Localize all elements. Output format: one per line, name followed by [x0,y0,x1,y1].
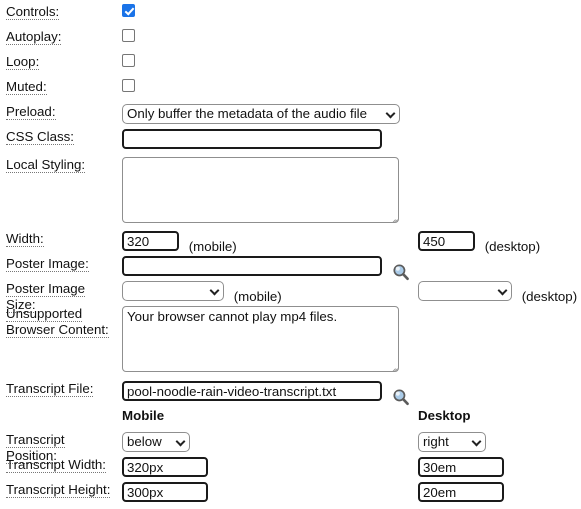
label-autoplay-text: Autoplay: [6,29,62,45]
input-css-class[interactable] [122,129,382,149]
input-transcript-width-mobile-value: 320px [127,460,164,475]
label-controls: Controls: [0,4,122,20]
row-transcript-width-desktop: 30em [418,457,581,480]
select-transcript-position-desktop[interactable]: right [418,432,486,452]
input-transcript-height-desktop-value: 20em [423,485,457,500]
row-unsupported-browser-content: Unsupported Browser Content: Your browse… [0,306,581,372]
media-settings-form: Controls: Autoplay: Loop: Muted: Preload… [0,0,581,509]
magnifier-icon[interactable] [392,263,410,281]
checkbox-muted[interactable] [122,79,135,92]
input-width-desktop[interactable]: 450 [418,231,475,251]
label-loop: Loop: [0,54,122,70]
row-loop: Loop: [0,54,581,70]
chevron-down-icon [177,438,184,445]
input-width-desktop-value: 450 [423,234,446,249]
label-css-class: CSS Class: [0,129,122,145]
label-transcript-width-text: Transcript Width: [6,457,106,473]
label-unsupported-browser-content: Unsupported Browser Content: [0,306,122,338]
input-width-mobile[interactable]: 320 [122,231,179,251]
width-desktop-suffix: (desktop) [484,239,541,254]
checkbox-loop[interactable] [122,54,135,67]
textarea-unsupported-browser-content-value: Your browser cannot play mp4 files. [127,309,338,324]
label-preload-text: Preload: [6,104,56,120]
chevron-down-icon [473,438,480,445]
row-poster-image: Poster Image: [0,256,581,281]
label-muted: Muted: [0,79,122,95]
input-transcript-height-mobile[interactable]: 300px [122,482,208,502]
row-transcript-height-desktop: 20em [418,482,581,505]
label-muted-text: Muted: [6,79,47,95]
label-loop-text: Loop: [6,54,40,70]
label-poster-image: Poster Image: [0,256,122,272]
textarea-unsupported-browser-content[interactable]: Your browser cannot play mp4 files. [122,306,399,372]
label-transcript-file-text: Transcript File: [6,381,94,397]
select-transcript-position-desktop-value: right [423,434,449,449]
poster-image-size-mobile-suffix: (mobile) [233,289,282,304]
label-local-styling: Local Styling: [0,157,122,173]
poster-image-size-desktop-suffix: (desktop) [521,289,578,304]
input-transcript-height-mobile-value: 300px [127,485,164,500]
select-poster-image-size-desktop[interactable] [418,281,512,301]
label-autoplay: Autoplay: [0,29,122,45]
checkbox-controls[interactable] [122,4,135,17]
label-transcript-width: Transcript Width: [0,457,122,473]
input-transcript-width-mobile[interactable]: 320px [122,457,208,477]
resize-handle-icon[interactable] [386,211,398,222]
label-local-styling-text: Local Styling: [6,157,86,173]
chevron-down-icon [387,110,394,117]
label-width-text: Width: [6,231,44,247]
row-autoplay: Autoplay: [0,29,581,45]
input-transcript-width-desktop-value: 30em [423,460,457,475]
label-preload: Preload: [0,104,122,120]
row-css-class: CSS Class: [0,129,581,152]
row-muted: Muted: [0,79,581,95]
select-transcript-position-mobile[interactable]: below [122,432,190,452]
label-width: Width: [0,231,122,247]
magnifier-icon[interactable] [392,388,410,406]
chevron-down-icon [499,287,506,294]
row-column-headers-desktop: Desktop [418,408,581,423]
input-poster-image[interactable] [122,256,382,276]
select-transcript-position-mobile-value: below [127,434,162,449]
checkbox-autoplay[interactable] [122,29,135,42]
input-transcript-file-value: pool-noodle-rain-video-transcript.txt [127,384,337,399]
input-transcript-height-desktop[interactable]: 20em [418,482,504,502]
row-controls: Controls: [0,4,581,20]
label-transcript-height-text: Transcript Height: [6,482,111,498]
row-transcript-position-desktop: right [418,432,581,455]
label-css-class-text: CSS Class: [6,129,74,145]
input-transcript-width-desktop[interactable]: 30em [418,457,504,477]
row-preload: Preload: Only buffer the metadata of the… [0,104,581,127]
select-preload-value: Only buffer the metadata of the audio fi… [127,106,367,121]
chevron-down-icon [211,287,218,294]
column-header-mobile: Mobile [122,408,165,423]
column-header-desktop: Desktop [418,408,471,423]
row-poster-image-size-desktop: (desktop) [418,281,581,307]
label-transcript-height: Transcript Height: [0,482,122,498]
label-controls-text: Controls: [6,4,60,20]
row-local-styling: Local Styling: [0,157,581,223]
input-width-mobile-value: 320 [127,234,150,249]
textarea-local-styling[interactable] [122,157,399,223]
row-transcript-file: Transcript File: pool-noodle-rain-video-… [0,381,581,406]
label-poster-image-text: Poster Image: [6,256,89,272]
select-preload[interactable]: Only buffer the metadata of the audio fi… [122,104,400,124]
width-mobile-suffix: (mobile) [188,239,237,254]
label-unsupported-line1: Unsupported [6,306,83,322]
label-unsupported-line2: Browser Content: [6,322,109,338]
row-width-desktop: 450 (desktop) [418,231,581,257]
select-poster-image-size-mobile[interactable] [122,281,224,301]
resize-handle-icon[interactable] [386,360,398,371]
label-transcript-file: Transcript File: [0,381,122,397]
input-transcript-file[interactable]: pool-noodle-rain-video-transcript.txt [122,381,382,401]
